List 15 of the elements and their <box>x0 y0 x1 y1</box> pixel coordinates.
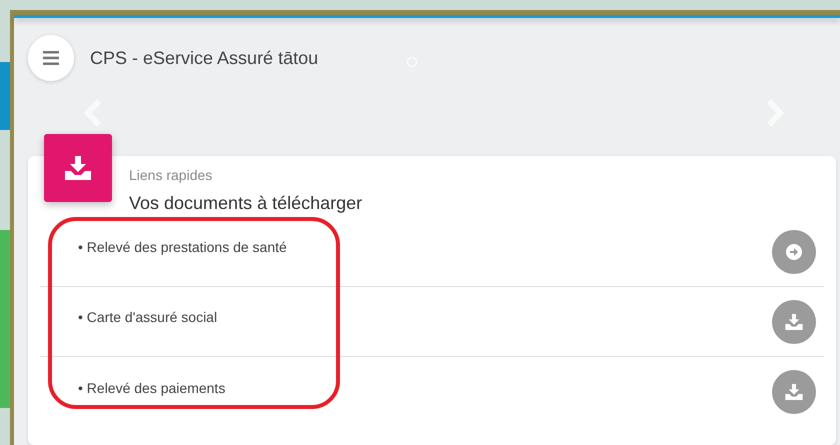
list-item[interactable]: • Relevé des prestations de santé <box>78 237 287 258</box>
menu-button[interactable] <box>28 35 74 81</box>
app-title: CPS - eService Assuré tātou <box>90 46 318 70</box>
card-subtitle: Liens rapides <box>129 166 214 185</box>
menu-icon <box>43 51 59 65</box>
arrow-right-icon <box>786 244 802 260</box>
download-button[interactable] <box>772 300 816 344</box>
background-window-bar <box>0 62 10 130</box>
card-title: Vos documents à télécharger <box>129 192 364 215</box>
list-item[interactable]: • Carte d'assuré social <box>78 307 218 328</box>
open-button[interactable] <box>772 230 816 274</box>
download-icon <box>785 314 803 330</box>
list-item[interactable]: • Relevé des paiements <box>78 378 226 398</box>
download-button[interactable] <box>772 370 816 414</box>
download-icon <box>785 384 803 400</box>
